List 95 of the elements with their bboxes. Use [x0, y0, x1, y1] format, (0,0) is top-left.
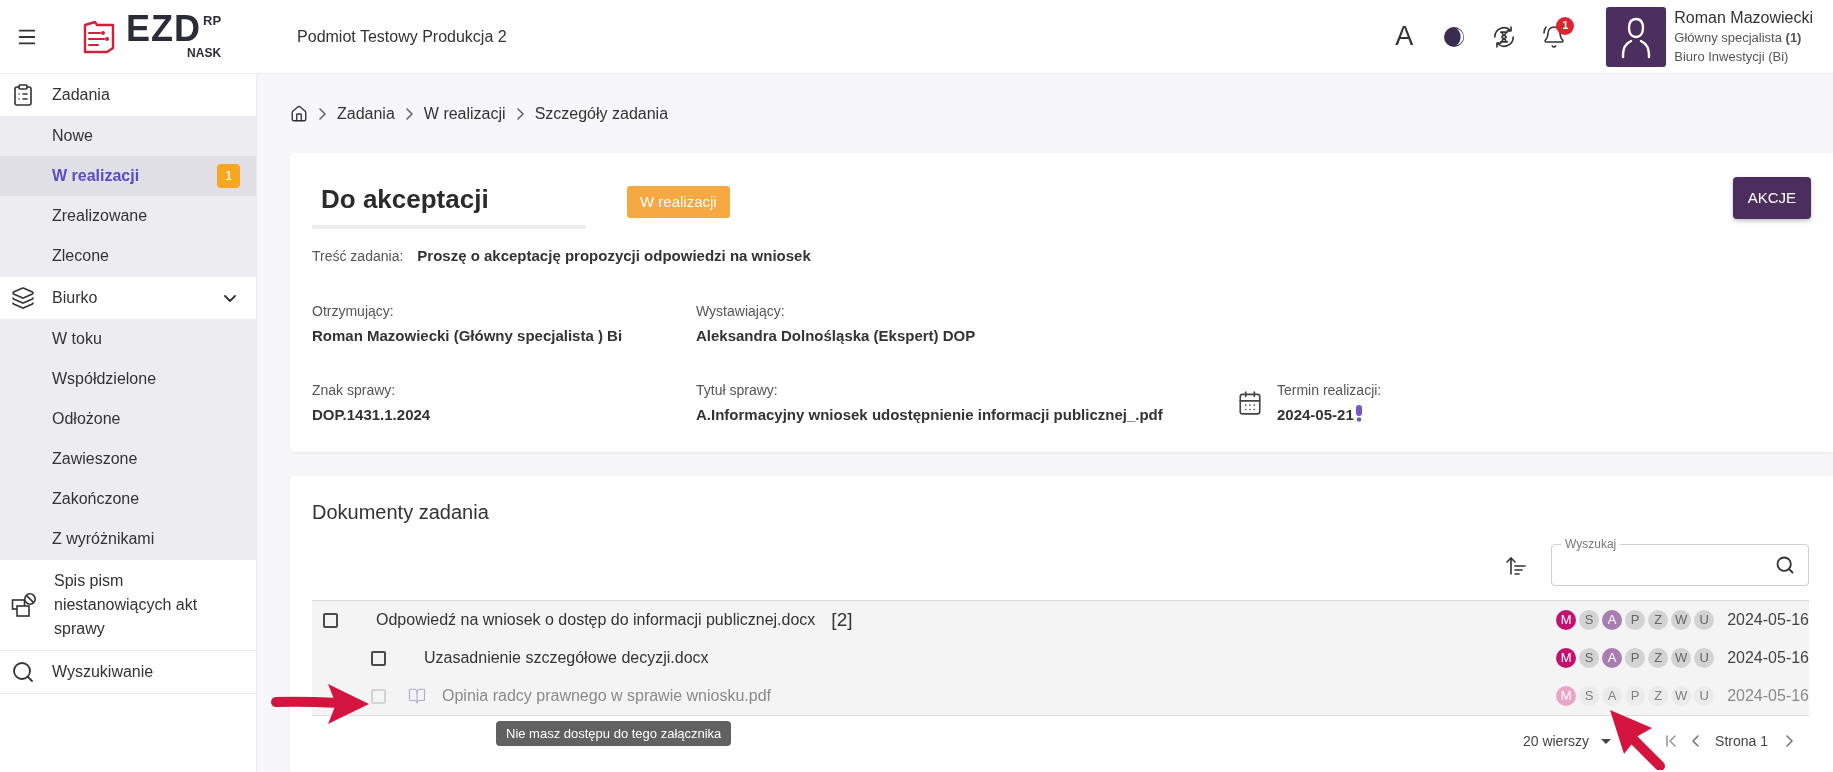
document-date: 2024-05-16	[1727, 648, 1809, 668]
sidebar-subitem[interactable]: Z wyróżnikami	[0, 519, 256, 559]
count-badge: 1	[217, 164, 240, 188]
document-date: 2024-05-16	[1727, 610, 1809, 630]
sidebar-subitem[interactable]: W toku	[0, 319, 256, 359]
field-label: Treść zadania:	[312, 247, 404, 266]
document-date: 2024-05-16	[1727, 686, 1809, 706]
sidebar-subitem[interactable]: Zawieszone	[0, 439, 256, 479]
breadcrumb-link[interactable]: W realizacji	[423, 101, 506, 126]
contrast-icon	[1443, 25, 1466, 48]
field-value: Proszę o akceptację propozycji odpowiedzi na wniosek	[417, 246, 811, 266]
breadcrumb-current: Szczegóły zadania	[534, 103, 669, 124]
status-marker: P	[1625, 648, 1646, 668]
logo-icon	[82, 19, 116, 54]
status-marker: Z	[1648, 686, 1669, 706]
actions-button[interactable]: AKCJE	[1732, 177, 1811, 219]
status-marker: A	[1602, 648, 1623, 668]
sidebar-subitem[interactable]: Nowe	[0, 116, 256, 156]
sidebar-subitem[interactable]: Współdzielone	[0, 359, 256, 399]
status-marker: W	[1671, 648, 1692, 668]
document-name[interactable]: Uzasadnienie szczegółowe decyzji.docx	[424, 646, 709, 670]
status-marker: M	[1556, 610, 1577, 630]
user-role: Główny specjalista (1)	[1674, 28, 1803, 47]
logo-subtitle: NASK	[187, 47, 222, 59]
status-marker: U	[1694, 686, 1715, 706]
checkbox[interactable]	[371, 650, 386, 666]
task-title: Do akceptacji	[320, 183, 490, 215]
chevron-right-icon	[516, 107, 524, 120]
sidebar-subitem[interactable]: W realizacji 1	[0, 156, 256, 196]
field-value: A.Informacyjny wniosek udostępnienie informacji publicznej_.pdf	[696, 405, 1164, 425]
calendar-icon	[1237, 390, 1263, 416]
open-book-icon	[408, 687, 426, 705]
checkbox[interactable]	[323, 612, 338, 628]
status-marker: S	[1579, 610, 1600, 630]
caret-down-icon	[1601, 738, 1612, 744]
chevron-right-icon	[319, 107, 326, 120]
status-badge: W realizacji	[627, 186, 730, 218]
status-marker: P	[1625, 610, 1646, 630]
sort-icon	[1504, 554, 1528, 578]
status-marker: W	[1671, 686, 1692, 706]
status-marker: P	[1625, 686, 1646, 706]
field-value: DOP.1431.1.2024	[312, 405, 432, 425]
field-label: Tytuł sprawy:	[696, 381, 779, 400]
home-icon[interactable]	[290, 104, 308, 123]
section-title: Dokumenty zadania	[312, 500, 490, 525]
status-marker: Z	[1648, 648, 1669, 668]
breadcrumb-link[interactable]: Zadania	[337, 101, 395, 126]
status-marker: U	[1694, 610, 1715, 630]
search-icon[interactable]	[1775, 555, 1795, 575]
status-marker: U	[1694, 648, 1715, 668]
status-marker: A	[1602, 610, 1623, 630]
logo-superscript: RP	[203, 14, 222, 27]
documents-blocked-icon	[11, 592, 37, 618]
chevron-left-icon	[1692, 735, 1700, 747]
field-label: Otrzymujący:	[312, 302, 395, 321]
field-value: Aleksandra Dolnośląska (Ekspert) DOP	[696, 326, 977, 346]
field-value: 2024-05-21	[1277, 405, 1354, 425]
chevron-right-icon	[1786, 735, 1793, 747]
chevron-right-icon	[405, 107, 413, 120]
clipboard-checklist-icon	[11, 83, 35, 107]
version-count: [2]	[831, 607, 853, 632]
status-marker: Z	[1648, 610, 1669, 630]
first-page-icon	[1666, 735, 1677, 747]
sidebar-subitem[interactable]: Odłożone	[0, 399, 256, 439]
status-marker: W	[1671, 610, 1692, 630]
sort-button[interactable]	[1504, 554, 1528, 578]
status-marker: S	[1579, 648, 1600, 668]
previous-page-button[interactable]	[1692, 735, 1700, 747]
next-page-button[interactable]	[1786, 735, 1793, 747]
document-name[interactable]: Odpowiedź na wniosek o dostęp do informacji publicznej.docx	[376, 608, 816, 632]
text-size-button[interactable]: A	[1388, 20, 1421, 53]
search-icon	[11, 660, 35, 684]
field-value: Roman Mazowiecki (Główny specjalista ) Bi	[312, 326, 624, 346]
field-label: Wystawiający:	[696, 302, 786, 321]
field-label: Znak sprawy:	[312, 381, 397, 400]
user-department: Biuro Inwestycji (Bi)	[1674, 47, 1790, 66]
status-marker: M	[1556, 648, 1577, 668]
first-page-button[interactable]	[1666, 735, 1677, 747]
notification-badge: 1	[1556, 16, 1575, 35]
status-marker: A	[1602, 686, 1623, 706]
status-marker: M	[1556, 686, 1577, 706]
tooltip: Nie masz dostępu do tego załącznika	[496, 721, 732, 746]
sidebar-subitem[interactable]: Zlecone	[0, 236, 256, 276]
organization-name: Podmiot Testowy Produkcja 2	[297, 26, 507, 47]
field-label: Termin realizacji:	[1277, 381, 1382, 400]
layers-icon	[11, 286, 35, 310]
page-indicator: Strona 1	[1715, 731, 1768, 751]
document-name: Opinia radcy prawnego w sprawie wniosku.pdf	[442, 686, 772, 706]
sidebar-subitem[interactable]: Zrealizowane	[0, 196, 256, 236]
user-avatar-icon[interactable]	[1606, 6, 1667, 67]
rows-per-page-select[interactable]: 20 wierszy	[1522, 730, 1612, 752]
user-name: Roman Mazowiecki	[1674, 7, 1813, 28]
logo-wordmark: EZD	[126, 14, 201, 44]
sidebar-subitem[interactable]: Zakończone	[0, 479, 256, 519]
status-marker: S	[1579, 686, 1600, 706]
